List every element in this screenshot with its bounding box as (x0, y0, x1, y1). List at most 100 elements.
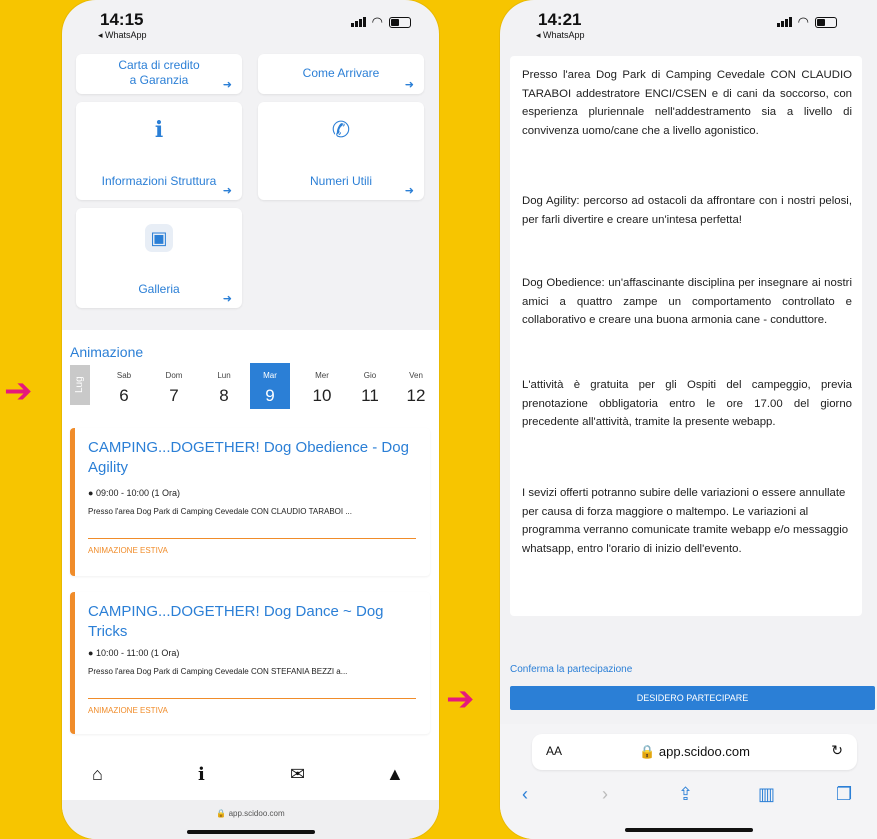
wifi-icon: ◠ (797, 14, 809, 29)
event-time-text: 10:00 - 11:00 (1 Ora) (95, 648, 180, 658)
description-paragraph: Presso l'area Dog Park di Camping Ceveda… (522, 69, 852, 137)
day-number: 12 (406, 386, 426, 405)
arrow-right-icon: ➜ (222, 293, 232, 305)
tabs-icon[interactable]: ❐ (836, 784, 852, 805)
tile-label: Come Arrivare (302, 66, 380, 80)
tile-carta-credito[interactable]: Carta di credito a Garanzia ➜ (76, 54, 242, 94)
day-sab[interactable]: Sab 6 (104, 363, 144, 409)
day-name: Mer (315, 371, 329, 380)
mail-icon[interactable]: ✉ (290, 764, 305, 785)
event-description-panel: Presso l'area Dog Park di Camping Ceveda… (510, 56, 862, 616)
arrow-right-icon: ➜ (222, 79, 232, 91)
status-bar: 14:21 ◂ WhatsApp ◠ (500, 0, 877, 42)
tile-come-arrivare[interactable]: Come Arrivare ➜ (258, 54, 424, 94)
section-title: Animazione (70, 344, 144, 360)
home-indicator (186, 830, 315, 834)
day-gio[interactable]: Gio 11 (350, 363, 390, 409)
event-title[interactable]: CAMPING...DOGETHER! Dog Obedience - Dog … (88, 438, 420, 478)
day-mer[interactable]: Mer 10 (302, 363, 342, 409)
back-arrow-icon[interactable]: ‹ (522, 784, 528, 805)
join-button[interactable]: DESIDERO PARTECIPARE (510, 686, 875, 710)
day-name: Lun (217, 371, 231, 380)
description-paragraph: I sevizi offerti potranno subire delle v… (522, 487, 849, 555)
tile-label: Informazioni Struttura (101, 174, 217, 188)
wifi-icon: ◠ (371, 14, 383, 29)
day-number: 6 (119, 386, 129, 405)
tile-label: Galleria (138, 282, 180, 296)
lock-icon: 🔒 (216, 809, 227, 818)
day-number: 9 (265, 386, 275, 405)
day-name: Ven (409, 371, 423, 380)
day-number: 10 (312, 386, 332, 405)
event-card[interactable]: CAMPING...DOGETHER! Dog Obedience - Dog … (70, 428, 430, 576)
day-number: 7 (169, 386, 179, 405)
confirm-label: Conferma la partecipazione (510, 664, 633, 675)
highlight-arrow-icon: ➔ (4, 372, 33, 410)
day-ven[interactable]: Ven 12 (396, 363, 436, 409)
day-dom[interactable]: Dom 7 (154, 363, 194, 409)
gallery-icon: ▣ (145, 224, 173, 252)
status-time: 14:21 (538, 10, 582, 29)
event-tag: ANIMAZIONE ESTIVA (88, 706, 168, 715)
bottom-tab-bar: ⌂ i ✉ ▲ (62, 752, 439, 800)
phone-left: 14:15 ◂ WhatsApp ◠ Carta di credito a Ga… (62, 0, 439, 839)
day-mar-selected[interactable]: Mar 9 (250, 363, 290, 409)
share-icon[interactable]: ⇪ (678, 784, 693, 805)
day-name: Mar (263, 371, 277, 380)
reload-icon[interactable]: ↻ (831, 742, 843, 759)
info-icon[interactable]: i (198, 764, 205, 785)
status-icons: ◠ (350, 14, 411, 30)
day-name: Sab (116, 371, 132, 380)
day-number: 11 (361, 386, 379, 405)
event-divider (88, 698, 416, 699)
event-time-text: 09:00 - 10:00 (1 Ora) (95, 488, 180, 498)
event-time: ● 09:00 - 10:00 (1 Ora) (88, 488, 180, 498)
highlight-arrow-icon: ➔ (446, 680, 475, 718)
arrow-right-icon: ➜ (404, 185, 414, 197)
arrow-right-icon: ➜ (222, 185, 232, 197)
url-bar[interactable]: 🔒 app.scidoo.com (62, 800, 439, 839)
bookmarks-icon[interactable]: ▥ (758, 784, 775, 805)
back-to-whatsapp[interactable]: ◂ WhatsApp (98, 30, 147, 41)
back-to-whatsapp[interactable]: ◂ WhatsApp (536, 30, 585, 41)
phone-right: 14:21 ◂ WhatsApp ◠ Presso l'area Dog Par… (500, 0, 877, 839)
month-tab[interactable]: Lug (70, 365, 90, 405)
status-time: 14:15 (100, 10, 144, 29)
day-number: 8 (219, 386, 229, 405)
url-text: app.scidoo.com (658, 744, 750, 759)
url-text: app.scidoo.com (228, 809, 285, 818)
day-selector: Lug Sab 6 Dom 7 Lun 8 Mar 9 Mer 10 Gio 11 Ven 1… (70, 363, 431, 411)
battery-icon (389, 16, 411, 28)
event-divider (88, 538, 416, 539)
event-description: Presso l'area Dog Park di Camping Ceveda… (88, 667, 348, 676)
tile-label: Carta di credito a Garanzia (118, 58, 200, 87)
lock-icon: 🔒 (639, 744, 656, 759)
signal-icon (350, 17, 366, 27)
description-paragraph: L'attività è gratuita per gli Ospiti del… (522, 379, 852, 428)
tile-label: Numeri Utili (309, 174, 372, 188)
url-display: 🔒 app.scidoo.com (532, 744, 857, 760)
signal-icon (776, 17, 792, 27)
home-icon[interactable]: ⌂ (92, 764, 103, 785)
home-indicator (624, 828, 753, 832)
event-tag: ANIMAZIONE ESTIVA (88, 546, 168, 555)
info-icon: i (154, 117, 164, 143)
day-name: Dom (165, 371, 183, 380)
forward-arrow-icon: › (602, 784, 608, 804)
clock-icon: ● (88, 648, 94, 658)
phone-icon: ✆ (331, 117, 351, 142)
event-card[interactable]: CAMPING...DOGETHER! Dog Dance ~ Dog Tric… (70, 592, 430, 734)
event-title[interactable]: CAMPING...DOGETHER! Dog Dance ~ Dog Tric… (88, 602, 420, 642)
reception-bell-icon[interactable]: ▲ (386, 764, 404, 785)
day-name: Gio (363, 371, 377, 380)
arrow-right-icon: ➜ (404, 79, 414, 91)
status-icons: ◠ (776, 14, 837, 30)
day-lun[interactable]: Lun 8 (204, 363, 244, 409)
tile-informazioni-struttura[interactable]: i Informazioni Struttura ➜ (76, 102, 242, 200)
clock-icon: ● (88, 488, 94, 498)
safari-toolbar: AA 🔒 app.scidoo.com ↻ ‹ › ⇪ ▥ ❐ (500, 724, 877, 839)
event-time: ● 10:00 - 11:00 (1 Ora) (88, 648, 179, 658)
tile-galleria[interactable]: ▣ Galleria ➜ (76, 208, 242, 308)
tile-numeri-utili[interactable]: ✆ Numeri Utili ➜ (258, 102, 424, 200)
address-bar[interactable]: AA 🔒 app.scidoo.com ↻ (532, 734, 857, 770)
